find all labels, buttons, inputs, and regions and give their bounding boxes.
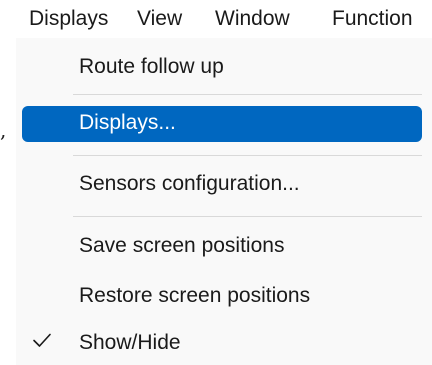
menu-item-displays[interactable]: Displays... <box>22 106 422 142</box>
app-window: Displays View Window Function , Route fo… <box>0 0 432 365</box>
menu-separator <box>73 94 422 95</box>
menu-item-show-hide[interactable]: Show/Hide <box>22 326 422 362</box>
background-window-edge: , <box>0 38 16 365</box>
menu-view[interactable]: View <box>137 6 182 32</box>
menu-item-label: Displays... <box>79 111 176 134</box>
menu-item-label: Restore screen positions <box>79 284 311 307</box>
checkmark-icon <box>33 333 51 347</box>
menu-item-sensors-configuration[interactable]: Sensors configuration... <box>22 167 422 203</box>
menu-item-label: Show/Hide <box>79 331 181 354</box>
displays-dropdown-menu: Route follow up Displays... Sensors conf… <box>16 38 432 365</box>
background-text-fragment: , <box>0 118 7 142</box>
menu-item-label: Sensors configuration... <box>79 172 300 195</box>
menu-displays[interactable]: Displays <box>29 6 108 32</box>
menu-function[interactable]: Function <box>332 6 413 32</box>
menu-separator <box>73 216 422 217</box>
menu-item-label: Route follow up <box>79 55 224 78</box>
menu-separator <box>73 155 422 156</box>
menu-item-route-follow-up[interactable]: Route follow up <box>22 50 422 86</box>
menu-bar: Displays View Window Function <box>0 0 432 38</box>
menu-item-label: Save screen positions <box>79 234 285 257</box>
menu-item-restore-screen-positions[interactable]: Restore screen positions <box>22 279 422 315</box>
menu-item-save-screen-positions[interactable]: Save screen positions <box>22 229 422 265</box>
menu-window[interactable]: Window <box>215 6 290 32</box>
